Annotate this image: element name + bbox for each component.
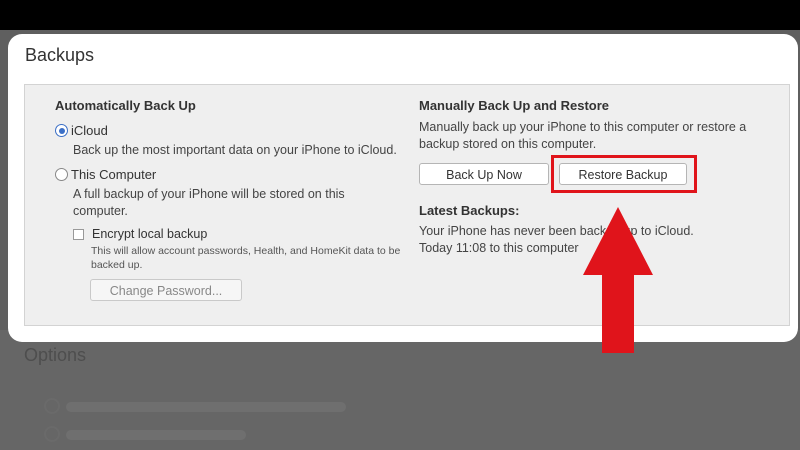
- backups-box: Automatically Back Up iCloud Back up the…: [24, 84, 790, 326]
- options-title: Options: [24, 345, 87, 365]
- this-computer-desc-1: A full backup of your iPhone will be sto…: [73, 187, 345, 201]
- backups-panel: Backups Automatically Back Up iCloud Bac…: [8, 34, 798, 342]
- options-line-1: [66, 402, 346, 412]
- manual-desc-1: Manually back up your iPhone to this com…: [419, 120, 747, 134]
- icloud-desc: Back up the most important data on your …: [73, 143, 397, 157]
- manual-desc-2: backup stored on this computer.: [419, 137, 597, 151]
- this-computer-label: This Computer: [71, 167, 157, 182]
- panel-title: Backups: [25, 45, 95, 65]
- icloud-radio-row[interactable]: iCloud: [55, 123, 108, 138]
- encrypt-checkbox-row[interactable]: Encrypt local backup: [73, 227, 207, 241]
- auto-backup-heading: Automatically Back Up: [55, 98, 196, 113]
- restore-backup-highlight: [551, 155, 697, 193]
- this-computer-radio-row[interactable]: This Computer: [55, 167, 156, 182]
- latest-backups-heading: Latest Backups:: [419, 203, 520, 218]
- auto-backup-column: Automatically Back Up iCloud Back up the…: [55, 85, 400, 325]
- encrypt-label: Encrypt local backup: [92, 227, 208, 241]
- options-line-2: [66, 430, 246, 440]
- back-up-now-button[interactable]: Back Up Now: [419, 163, 549, 185]
- red-arrow-shape: [583, 207, 653, 353]
- encrypt-desc-1: This will allow account passwords, Healt…: [91, 245, 401, 257]
- manual-backup-heading: Manually Back Up and Restore: [419, 98, 609, 113]
- change-password-button[interactable]: Change Password...: [90, 279, 242, 301]
- icloud-radio-icon[interactable]: [55, 124, 68, 137]
- encrypt-checkbox-icon[interactable]: [73, 228, 84, 240]
- this-computer-desc-2: computer.: [73, 204, 128, 218]
- this-computer-radio-icon[interactable]: [55, 168, 68, 181]
- icloud-label: iCloud: [71, 123, 108, 138]
- encrypt-desc-2: backed up.: [91, 259, 143, 271]
- options-checkbox-1: [44, 398, 60, 414]
- options-checkbox-2: [44, 426, 60, 442]
- red-arrow-icon: [583, 207, 653, 353]
- latest-backups-line-2: Today 11:08 to this computer: [419, 241, 579, 255]
